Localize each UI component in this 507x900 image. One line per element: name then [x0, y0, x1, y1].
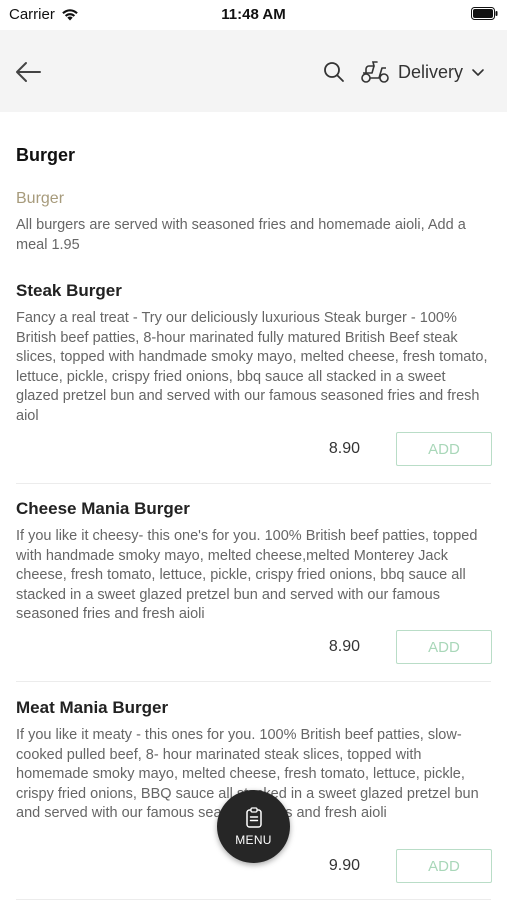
item-description: Fancy a real treat - Try our deliciously…	[16, 310, 488, 424]
menu-item: Steak Burger Fancy a real treat - Try ou…	[16, 281, 492, 427]
top-navigation-bar: Delivery	[0, 30, 507, 112]
item-name: Meat Mania Burger	[16, 698, 169, 717]
back-button[interactable]	[12, 56, 44, 88]
category-name: Burger	[16, 190, 65, 207]
divider	[16, 681, 491, 682]
menu-item: Cheese Mania Burger If you like it chees…	[16, 499, 492, 625]
back-arrow-icon	[16, 62, 41, 82]
item-name: Steak Burger	[16, 281, 122, 300]
delivery-mode-selector[interactable]: Delivery	[360, 56, 485, 88]
add-button[interactable]: ADD	[396, 630, 492, 664]
item-price: 8.90	[328, 638, 360, 655]
search-button[interactable]	[320, 58, 348, 86]
section-title: Burger	[16, 145, 76, 165]
menu-button[interactable]: MENU	[217, 790, 290, 863]
item-price: 9.90	[328, 857, 360, 874]
item-price: 8.90	[328, 440, 360, 457]
price-row: 8.90 ADD	[16, 630, 492, 666]
scooter-icon	[361, 61, 389, 83]
delivery-label: Delivery	[398, 61, 464, 82]
add-button[interactable]: ADD	[396, 432, 492, 466]
item-name: Cheese Mania Burger	[16, 499, 190, 518]
category-description: All burgers are served with seasoned fri…	[16, 217, 466, 253]
battery-icon	[471, 7, 498, 20]
item-description: If you like it cheesy- this one's for yo…	[16, 528, 478, 623]
chevron-down-icon	[472, 69, 484, 76]
menu-content: Burger Burger All burgers are served wit…	[0, 112, 507, 900]
divider	[16, 483, 491, 484]
search-icon	[324, 62, 344, 82]
menu-label: MENU	[235, 832, 272, 847]
add-button[interactable]: ADD	[396, 849, 492, 883]
status-bar: Carrier 11:48 AM	[0, 0, 507, 30]
status-time: 11:48 AM	[221, 6, 286, 23]
menu-list-icon	[245, 806, 262, 828]
price-row: 8.90 ADD	[16, 432, 492, 468]
